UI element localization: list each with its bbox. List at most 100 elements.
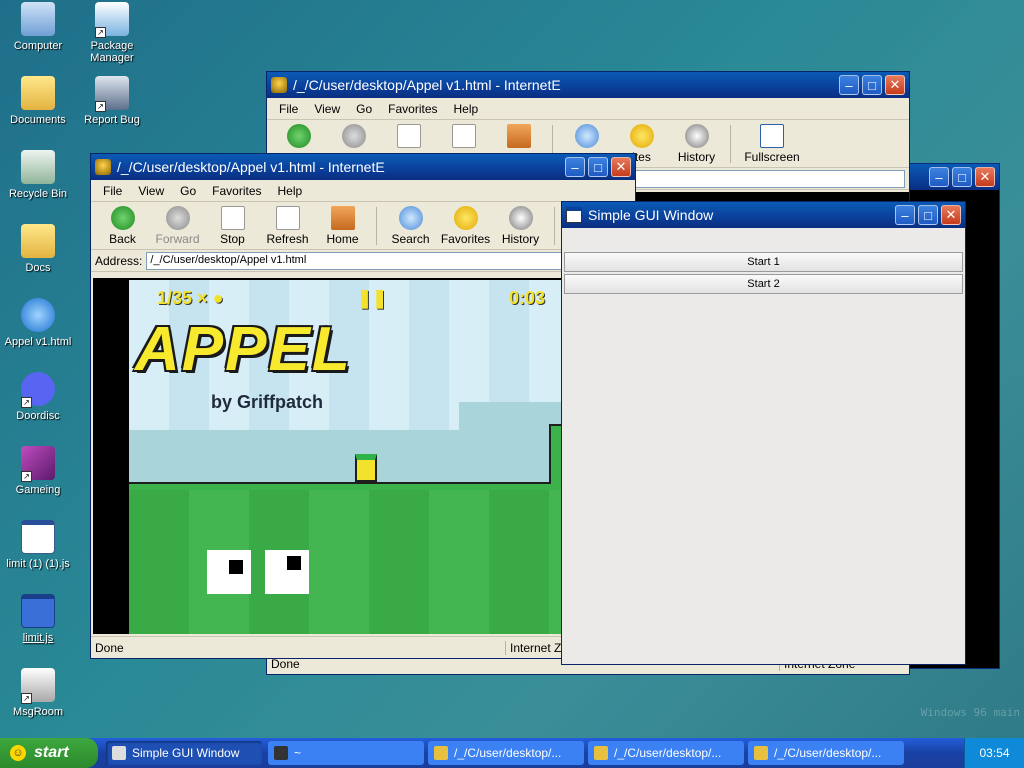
favorites-button[interactable]: Favorites [438, 205, 493, 246]
taskbar-item-browser-3[interactable]: /_/C/user/desktop/... [748, 741, 904, 765]
window-icon [112, 746, 126, 760]
close-button[interactable]: ✕ [941, 205, 961, 225]
menu-bar: File View Go Favorites Help [91, 180, 635, 202]
desktop-icon-label: Documents [10, 114, 66, 126]
window-icon [566, 207, 582, 223]
close-button[interactable]: ✕ [885, 75, 905, 95]
back-arrow-icon [286, 123, 311, 148]
history-button[interactable]: History [669, 123, 724, 164]
start-2-button[interactable]: Start 2 [564, 274, 963, 294]
desktop-icon-report-bug[interactable]: ↗ Report Bug [74, 76, 150, 126]
refresh-icon [275, 205, 300, 230]
taskbar-item-terminal[interactable]: ~ [268, 741, 424, 765]
browser-front-titlebar[interactable]: /_/C/user/desktop/Appel v1.html - Intern… [91, 154, 635, 180]
desktop-icon-documents[interactable]: Documents [0, 76, 76, 126]
browser-icon [594, 746, 608, 760]
watermark-line: Windows 96 main [920, 706, 1020, 719]
maximize-button[interactable]: □ [918, 205, 938, 225]
menu-help[interactable]: Help [270, 184, 311, 198]
menu-favorites[interactable]: Favorites [204, 184, 269, 198]
back-button[interactable]: Back [95, 205, 150, 246]
minimize-button[interactable]: – [565, 157, 585, 177]
refresh-button[interactable]: Refresh [260, 205, 315, 246]
home-button[interactable]: Home [315, 205, 370, 246]
taskbar-item-label: /_/C/user/desktop/... [614, 746, 722, 760]
close-button[interactable]: ✕ [975, 167, 995, 187]
os-watermark: Windows 96 main [921, 705, 1020, 720]
home-icon [506, 123, 531, 148]
game-title: APPEL [135, 315, 352, 384]
desktop-icon-limit-js[interactable]: limit.js [0, 594, 76, 644]
pause-button[interactable]: ❚❚ [357, 288, 387, 309]
desktop-icon-gameing[interactable]: ↗ Gameing [0, 446, 76, 496]
desktop-icon-msgroom[interactable]: ↗ MsgRoom [0, 668, 76, 718]
maximize-button[interactable]: □ [588, 157, 608, 177]
game-subtitle: by Griffpatch [211, 392, 324, 412]
browser-icon [271, 77, 287, 93]
tool-label: Fullscreen [744, 149, 800, 164]
recycle-bin-icon [21, 150, 55, 184]
desktop-icon-computer[interactable]: Computer [0, 2, 76, 52]
minimize-button[interactable]: – [895, 205, 915, 225]
desktop-icon-doordisc[interactable]: ↗ Doordisc [0, 372, 76, 422]
menu-view[interactable]: View [130, 184, 172, 198]
stop-button[interactable]: Stop [205, 205, 260, 246]
menu-help[interactable]: Help [446, 102, 487, 116]
history-icon [684, 123, 709, 148]
level-counter: 1/35 × ● [157, 288, 223, 309]
taskbar-item-browser-2[interactable]: /_/C/user/desktop/... [588, 741, 744, 765]
menu-view[interactable]: View [306, 102, 348, 116]
back-arrow-icon [110, 205, 135, 230]
fullscreen-button[interactable]: Fullscreen [737, 123, 807, 164]
browser-window-front[interactable]: /_/C/user/desktop/Appel v1.html - Intern… [90, 153, 637, 659]
menu-file[interactable]: File [271, 102, 306, 116]
window-title: /_/C/user/desktop/Appel v1.html - Intern… [293, 77, 561, 93]
taskbar-item-label: Simple GUI Window [132, 746, 240, 760]
browser-icon [754, 746, 768, 760]
menu-favorites[interactable]: Favorites [380, 102, 445, 116]
fullscreen-icon [760, 123, 784, 148]
address-input[interactable]: /_/C/user/desktop/Appel v1.html [146, 251, 631, 270]
desktop-icon-label: MsgRoom [12, 706, 64, 718]
desktop-icon-label: Doordisc [16, 410, 60, 422]
simple-gui-titlebar[interactable]: Simple GUI Window – □ ✕ [562, 202, 965, 228]
start-1-button[interactable]: Start 1 [564, 252, 963, 272]
minimize-button[interactable]: – [839, 75, 859, 95]
maximize-button[interactable]: □ [952, 167, 972, 187]
taskbar-item-browser-1[interactable]: /_/C/user/desktop/... [428, 741, 584, 765]
simple-gui-window[interactable]: Simple GUI Window – □ ✕ Start 1 Start 2 [561, 201, 966, 665]
maximize-button[interactable]: □ [862, 75, 882, 95]
menu-go[interactable]: Go [348, 102, 380, 116]
minimize-button[interactable]: – [929, 167, 949, 187]
browser-back-titlebar[interactable]: /_/C/user/desktop/Appel v1.html - Intern… [267, 72, 909, 98]
menu-go[interactable]: Go [172, 184, 204, 198]
script-file-icon [21, 594, 55, 628]
system-clock: 03:54 [964, 738, 1024, 768]
start-button[interactable]: ☺ start [0, 738, 98, 768]
stop-icon [220, 205, 245, 230]
desktop-icon-recycle-bin[interactable]: Recycle Bin [0, 150, 76, 200]
toolbar-separator [730, 124, 731, 163]
taskbar-item-label: ~ [294, 746, 302, 760]
tool-label: Favorites [440, 231, 491, 246]
desktop-icon-limit-1-1-js[interactable]: limit (1) (1).js [0, 520, 76, 570]
status-bar: Done Internet Zo [91, 636, 635, 658]
computer-icon [21, 2, 55, 36]
history-button[interactable]: History [493, 205, 548, 246]
tool-label: Back [109, 231, 136, 246]
tool-label: Home [326, 231, 359, 246]
tool-label: History [501, 231, 540, 246]
close-button[interactable]: ✕ [611, 157, 631, 177]
desktop-icon-appel-html[interactable]: Appel v1.html [0, 298, 76, 348]
eye-left [207, 550, 251, 594]
taskbar: ☺ start Simple GUI Window ~ /_/C/user/des… [0, 738, 1024, 768]
forward-button[interactable]: Forward [150, 205, 205, 246]
taskbar-item-simple-gui[interactable]: Simple GUI Window [106, 741, 262, 765]
tool-label: Stop [220, 231, 245, 246]
folder-icon [21, 224, 55, 258]
search-button[interactable]: Search [383, 205, 438, 246]
desktop-icon-docs[interactable]: Docs [0, 224, 76, 274]
desktop-icon-label: Gameing [15, 484, 61, 496]
desktop-icon-package-manager[interactable]: ↗ Package Manager [74, 2, 150, 64]
menu-file[interactable]: File [95, 184, 130, 198]
